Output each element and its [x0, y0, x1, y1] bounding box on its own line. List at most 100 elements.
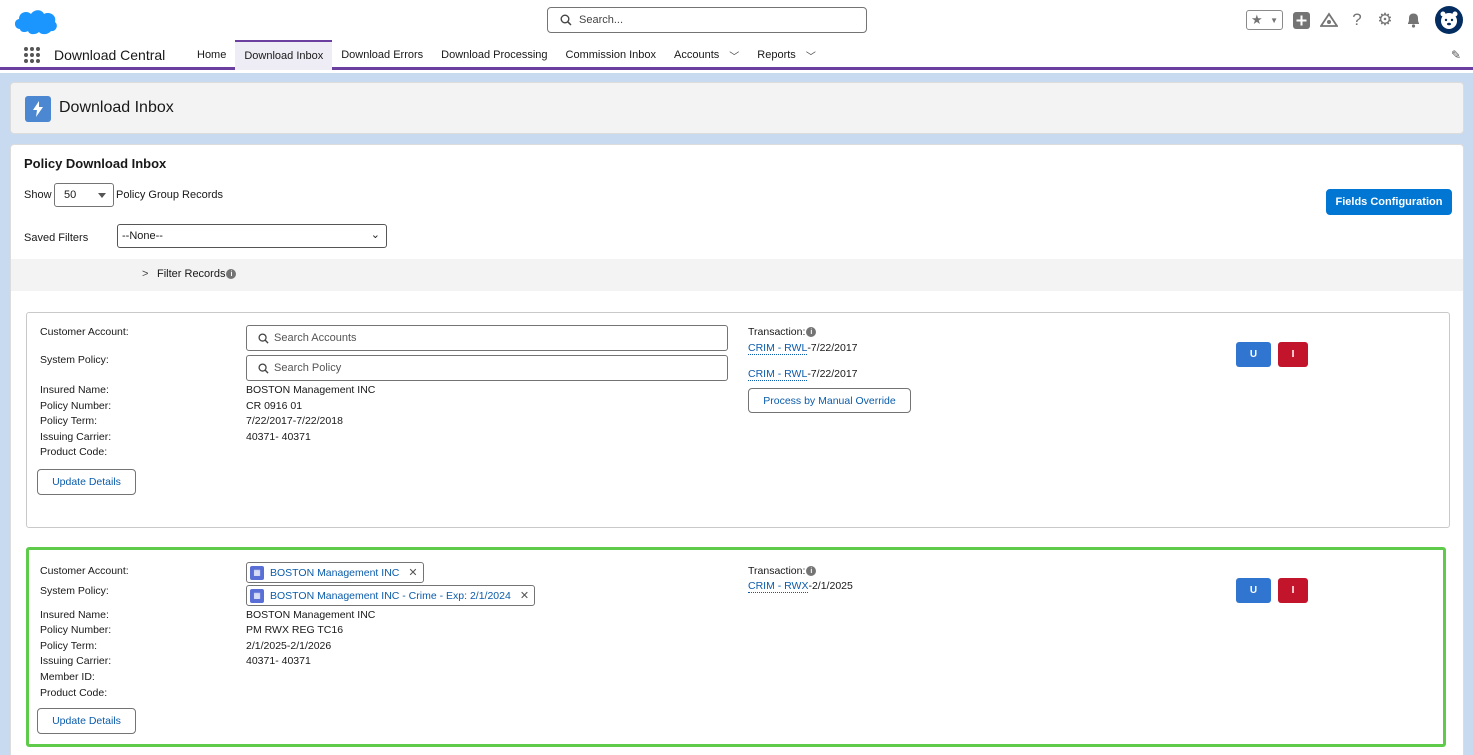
- issuing-carrier-label: Issuing Carrier:: [40, 655, 112, 667]
- global-search-input[interactable]: Search...: [547, 7, 867, 33]
- tab-label: Home: [197, 49, 227, 61]
- policy-term-value: 2/1/2025-2/1/2026: [246, 640, 332, 652]
- lightning-bolt-icon: [25, 96, 51, 122]
- info-icon[interactable]: i: [806, 566, 817, 577]
- records-per-page-select[interactable]: 50: [54, 183, 114, 207]
- app-navigation-bar: Download Central Home Download Inbox Dow…: [0, 40, 1473, 70]
- search-policy-input[interactable]: Search Policy: [246, 355, 728, 381]
- tab-accounts[interactable]: Accounts ﹀: [665, 40, 748, 70]
- policy-download-inbox-card: Policy Download Inbox Show 50 Policy Gro…: [10, 144, 1464, 755]
- help-icon[interactable]: ?: [1347, 10, 1367, 30]
- tab-label: Download Errors: [341, 49, 424, 61]
- u-button[interactable]: U: [1236, 578, 1271, 603]
- transaction-header: Transaction: i: [748, 326, 817, 338]
- transaction-link[interactable]: CRIM - RWL: [748, 342, 808, 355]
- info-icon[interactable]: i: [806, 327, 817, 338]
- update-details-button[interactable]: Update Details: [37, 708, 136, 734]
- policy-record-panel-selected: Customer Account: System Policy: ▦ BOSTO…: [26, 547, 1446, 747]
- customer-account-pill[interactable]: ▦ BOSTON Management INC ✕: [246, 562, 424, 583]
- chevron-down-icon[interactable]: ﹀: [806, 48, 816, 63]
- product-code-label: Product Code:: [40, 687, 108, 699]
- card-title: Policy Download Inbox: [24, 156, 167, 171]
- chevron-right-icon[interactable]: >: [142, 268, 148, 280]
- header-utility-icons: ★ ▼ ? ⚙: [1246, 6, 1463, 34]
- issuing-carrier-label: Issuing Carrier:: [40, 431, 112, 443]
- app-name: Download Central: [54, 47, 166, 63]
- process-by-manual-override-button[interactable]: Process by Manual Override: [748, 388, 911, 413]
- avatar[interactable]: [1435, 6, 1463, 34]
- i-button[interactable]: I: [1278, 342, 1308, 367]
- tab-download-processing[interactable]: Download Processing: [432, 40, 556, 70]
- transaction-label: Transaction:: [748, 326, 806, 338]
- tab-label: Accounts: [674, 49, 720, 61]
- search-icon: [258, 363, 269, 374]
- issuing-carrier-value: 40371- 40371: [246, 431, 311, 443]
- tab-label: Reports: [757, 49, 796, 61]
- insured-name-label: Insured Name:: [40, 384, 109, 396]
- notification-bell-icon[interactable]: [1403, 10, 1423, 30]
- tab-label: Commission Inbox: [565, 49, 657, 61]
- setup-gear-icon[interactable]: ⚙: [1375, 10, 1395, 30]
- issuing-carrier-value: 40371- 40371: [246, 655, 311, 667]
- filter-records-section[interactable]: > Filter Records i: [11, 259, 1463, 291]
- transaction-link[interactable]: CRIM - RWL: [748, 368, 808, 381]
- system-policy-pill[interactable]: ▦ BOSTON Management INC - Crime - Exp: 2…: [246, 585, 536, 606]
- insured-name-value: BOSTON Management INC: [246, 384, 376, 396]
- app-launcher-icon[interactable]: [24, 47, 40, 63]
- favorites-button[interactable]: ★ ▼: [1246, 10, 1283, 30]
- filter-records-label: Filter Records: [157, 268, 226, 280]
- policy-record-panel: Customer Account: System Policy: Search …: [26, 312, 1450, 528]
- update-details-button[interactable]: Update Details: [37, 469, 136, 495]
- member-id-label: Member ID:: [40, 671, 95, 683]
- tab-download-inbox[interactable]: Download Inbox: [235, 40, 333, 70]
- policy-term-value: 7/22/2017-7/22/2018: [246, 415, 343, 427]
- trailhead-icon[interactable]: [1319, 10, 1339, 30]
- chevron-down-icon: ▼: [1270, 15, 1278, 25]
- fields-configuration-button[interactable]: Fields Configuration: [1326, 189, 1452, 215]
- transaction-item: CRIM - RWL-7/22/2017: [748, 368, 858, 381]
- star-icon: ★: [1251, 12, 1263, 27]
- tab-download-errors[interactable]: Download Errors: [332, 40, 432, 70]
- tab-home[interactable]: Home: [188, 40, 235, 70]
- saved-filters-select[interactable]: --None-- ⌄: [117, 224, 387, 248]
- policy-number-label: Policy Number:: [40, 624, 112, 636]
- nav-tabs: Home Download Inbox Download Errors Down…: [188, 40, 825, 70]
- policy-group-records-label: Policy Group Records: [116, 189, 223, 201]
- search-icon: [258, 333, 269, 344]
- saved-filters-label: Saved Filters: [24, 232, 89, 244]
- edit-nav-pencil-icon[interactable]: ✎: [1451, 48, 1461, 62]
- tab-label: Download Inbox: [244, 50, 324, 62]
- add-icon[interactable]: [1291, 10, 1311, 30]
- remove-close-icon[interactable]: ✕: [408, 566, 417, 579]
- remove-close-icon[interactable]: ✕: [520, 589, 529, 602]
- policy-icon: ▦: [250, 588, 264, 603]
- policy-number-value: CR 0916 01: [246, 400, 303, 412]
- policy-term-label: Policy Term:: [40, 415, 97, 427]
- records-per-page-value: 50: [64, 189, 77, 201]
- i-button[interactable]: I: [1278, 578, 1308, 603]
- tab-commission-inbox[interactable]: Commission Inbox: [557, 40, 665, 70]
- transaction-link[interactable]: CRIM - RWX: [748, 580, 809, 593]
- page-title: Download Inbox: [59, 99, 174, 116]
- account-icon: ▦: [250, 565, 264, 580]
- customer-account-value: BOSTON Management INC: [270, 566, 400, 579]
- customer-account-label: Customer Account:: [40, 326, 129, 338]
- search-accounts-input[interactable]: Search Accounts: [246, 325, 728, 351]
- search-policy-placeholder: Search Policy: [274, 362, 342, 374]
- tab-reports[interactable]: Reports ﹀: [748, 40, 825, 70]
- search-icon: [560, 14, 572, 26]
- u-button[interactable]: U: [1236, 342, 1271, 367]
- chevron-down-icon[interactable]: ﹀: [729, 48, 739, 63]
- tab-label: Download Processing: [441, 49, 548, 61]
- page-header: Download Inbox: [10, 82, 1464, 134]
- transaction-item: CRIM - RWX-2/1/2025: [748, 580, 853, 593]
- search-accounts-placeholder: Search Accounts: [274, 332, 357, 344]
- policy-number-value: PM RWX REG TC16: [246, 624, 344, 636]
- transaction-item: CRIM - RWL-7/22/2017: [748, 342, 858, 355]
- info-icon[interactable]: i: [226, 269, 237, 280]
- salesforce-cloud-logo[interactable]: [12, 5, 60, 37]
- caret-down-icon: [98, 193, 106, 198]
- saved-filters-value: --None--: [122, 230, 163, 242]
- customer-account-label: Customer Account:: [40, 565, 129, 577]
- system-policy-value: BOSTON Management INC - Crime - Exp: 2/1…: [270, 589, 511, 602]
